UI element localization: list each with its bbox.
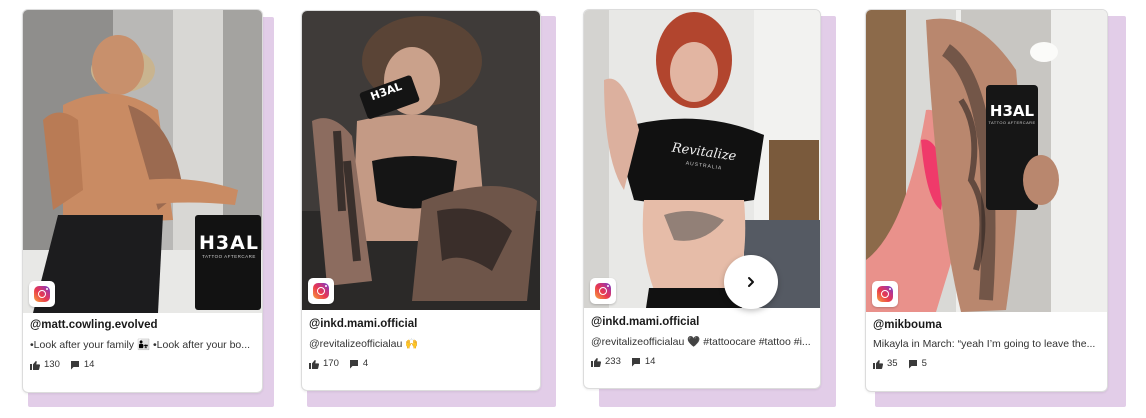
comments-count: 4	[362, 358, 369, 369]
post-stats: 35 5	[873, 358, 1100, 369]
source-badge	[29, 281, 55, 307]
comment-icon	[908, 359, 917, 368]
thumbs-up-icon	[30, 360, 40, 370]
instagram-icon	[877, 286, 893, 302]
comment-icon	[349, 359, 358, 368]
post-handle[interactable]: @inkd.mami.official	[591, 316, 813, 328]
post-stats: 233 14	[591, 356, 813, 367]
comments-stat: 4	[349, 358, 368, 369]
post-photo[interactable]: H3AL TATTOO AFTERCARE	[23, 10, 262, 313]
post-stats: 170 4	[309, 358, 533, 369]
post-photo[interactable]: Revitalize AUSTRALIA	[584, 10, 820, 308]
comments-count: 5	[921, 358, 927, 369]
likes-stat: 35	[873, 358, 898, 369]
post-handle[interactable]: @mikbouma	[873, 319, 1100, 331]
likes-count: 170	[323, 358, 339, 369]
comments-count: 14	[644, 356, 656, 367]
instagram-icon	[595, 283, 611, 299]
likes-count: 130	[44, 359, 60, 370]
post-caption: @revitalizeofficialau 🖤 #tattoocare #tat…	[591, 336, 811, 348]
source-badge	[308, 278, 334, 304]
comments-stat: 5	[908, 358, 927, 369]
comments-count: 14	[83, 359, 95, 370]
likes-stat: 233	[591, 356, 621, 367]
comment-icon	[70, 360, 79, 369]
thumbs-up-icon	[309, 359, 319, 369]
post-photo[interactable]: H3AL	[302, 11, 540, 310]
post-handle[interactable]: @matt.cowling.evolved	[30, 319, 255, 331]
thumbs-up-icon	[873, 359, 883, 369]
likes-stat: 130	[30, 359, 60, 370]
instagram-icon	[34, 286, 50, 302]
chevron-right-icon	[748, 277, 754, 287]
post-stats: 130 14	[30, 359, 255, 370]
post-caption: @revitalizeofficialau 🙌	[309, 338, 419, 350]
product-sublabel: TATTOO AFTERCARE	[988, 120, 1036, 125]
likes-count: 233	[605, 356, 621, 367]
source-badge	[590, 278, 616, 304]
post-photo[interactable]: H3AL TATTOO AFTERCARE	[866, 10, 1107, 312]
product-label: H3AL	[989, 102, 1035, 120]
post-handle[interactable]: @inkd.mami.official	[309, 318, 533, 330]
instagram-icon	[313, 283, 329, 299]
likes-count: 35	[887, 358, 898, 369]
comment-icon	[631, 357, 640, 366]
thumbs-up-icon	[591, 357, 601, 367]
post-caption: •Look after your family 👨‍👧 •Look after …	[30, 339, 251, 351]
source-badge	[872, 281, 898, 307]
comments-stat: 14	[631, 356, 656, 367]
comments-stat: 14	[70, 359, 95, 370]
likes-stat: 170	[309, 358, 339, 369]
next-button[interactable]	[724, 255, 778, 309]
post-caption: Mikayla in March: “yeah I’m going to lea…	[873, 338, 1096, 350]
product-sublabel: TATTOO AFTERCARE	[202, 254, 256, 259]
product-label: H3AL	[199, 232, 259, 254]
